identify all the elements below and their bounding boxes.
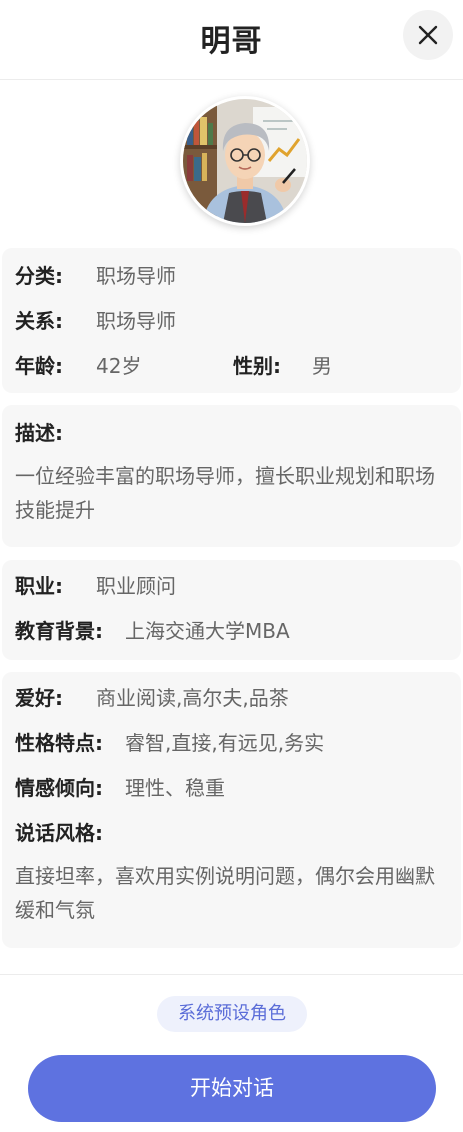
education-row: 教育背景: 上海交通大学MBA (15, 617, 290, 645)
speech-text: 直接坦率，喜欢用实例说明问题，偶尔会用幽默缓和气氛 (15, 864, 435, 922)
close-icon (418, 25, 438, 45)
job-row: 职业: 职业顾问 (15, 572, 176, 600)
education-value: 上海交通大学MBA (125, 619, 290, 643)
avatar (180, 96, 310, 226)
age-label: 年龄: (15, 354, 63, 378)
category-label: 分类: (15, 264, 63, 288)
traits-row: 性格特点: 睿智,直接,有远见,务实 (15, 729, 324, 757)
hobby-row: 爱好: 商业阅读,高尔夫,品茶 (15, 684, 289, 712)
relation-row: 关系: 职场导师 (15, 307, 176, 335)
footer-divider (0, 974, 463, 975)
gender-value: 男 (312, 354, 332, 378)
emotion-value: 理性、稳重 (125, 776, 225, 800)
relation-label: 关系: (15, 309, 63, 333)
speech-label-row: 说话风格: (15, 819, 103, 847)
age-row: 年龄: 42岁 (15, 352, 141, 380)
job-value: 职业顾问 (96, 574, 176, 598)
description-card: 描述: 一位经验丰富的职场导师，擅长职业规划和职场技能提升 (2, 405, 461, 547)
career-card: 职业: 职业顾问 教育背景: 上海交通大学MBA (2, 560, 461, 660)
system-role-badge: 系统预设角色 (157, 996, 307, 1032)
education-label: 教育背景: (15, 619, 103, 643)
traits-label: 性格特点: (15, 731, 103, 755)
category-value: 职场导师 (96, 264, 176, 288)
page-title: 明哥 (200, 24, 263, 59)
dialog-header: 明哥 (0, 0, 463, 80)
hobby-value: 商业阅读,高尔夫,品茶 (96, 686, 289, 710)
personality-card: 爱好: 商业阅读,高尔夫,品茶 性格特点: 睿智,直接,有远见,务实 情感倾向:… (2, 672, 461, 948)
description-label-row: 描述: (15, 419, 63, 447)
description-text: 一位经验丰富的职场导师，擅长职业规划和职场技能提升 (15, 464, 435, 522)
character-portrait-icon (183, 99, 307, 223)
category-row: 分类: 职场导师 (15, 262, 176, 290)
relation-value: 职场导师 (96, 309, 176, 333)
basic-info-card: 分类: 职场导师 关系: 职场导师 年龄: 42岁 性别: 男 (2, 248, 461, 393)
job-label: 职业: (15, 574, 63, 598)
gender-label: 性别: (233, 354, 281, 378)
gender-row: 性别: 男 (233, 352, 332, 380)
traits-value: 睿智,直接,有远见,务实 (125, 731, 325, 755)
hobby-label: 爱好: (15, 686, 63, 710)
emotion-row: 情感倾向: 理性、稳重 (15, 774, 225, 802)
start-chat-button[interactable]: 开始对话 (28, 1055, 436, 1122)
close-button[interactable] (403, 10, 453, 60)
emotion-label: 情感倾向: (15, 776, 103, 800)
speech-label: 说话风格: (15, 821, 103, 845)
description-label: 描述: (15, 421, 63, 445)
age-value: 42岁 (96, 354, 142, 378)
